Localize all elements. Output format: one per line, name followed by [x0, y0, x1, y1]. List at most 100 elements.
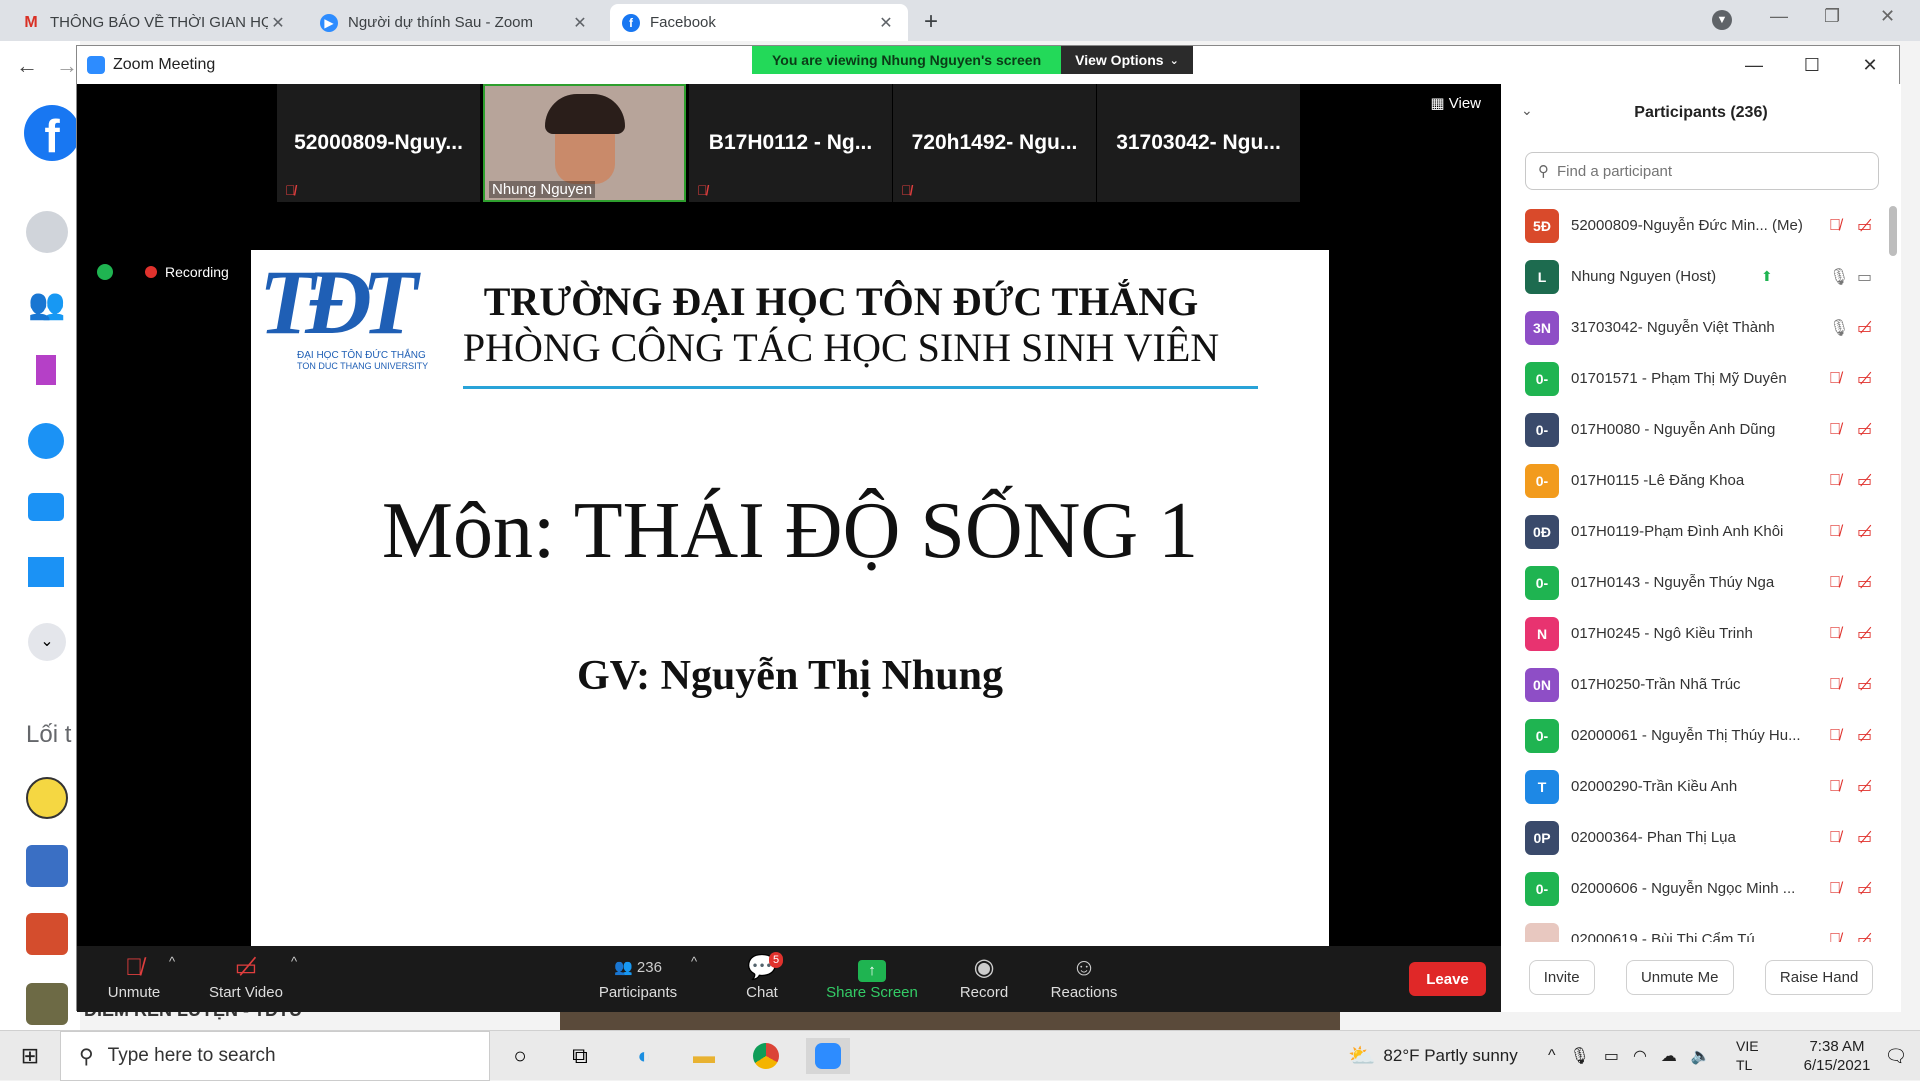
video-off-icon: ▭̸ — [1857, 217, 1873, 235]
marketplace-icon[interactable] — [28, 557, 64, 587]
notifications-icon[interactable]: 🗨 — [1874, 1038, 1918, 1074]
clock-date: 6/15/2021 — [1803, 1057, 1871, 1074]
participant-row[interactable]: 0- 017H0115 -Lê Đăng Khoa 🎙̸ ▭̸ — [1501, 455, 1881, 506]
chevron-up-icon[interactable]: ^ — [1548, 1047, 1556, 1065]
participant-search-field[interactable]: ⚲ — [1525, 152, 1879, 190]
participant-row[interactable]: 0- 02000061 - Nguyễn Thị Thúy Hu... 🎙̸ ▭̸ — [1501, 710, 1881, 761]
participant-tile[interactable]: 31703042- Ngu... — [1097, 84, 1300, 202]
close-tab-icon[interactable]: ✕ — [876, 13, 896, 33]
participant-row[interactable]: 3N 31703042- Nguyễn Việt Thành 🎙 ▭̸ — [1501, 302, 1881, 353]
game-icon[interactable] — [26, 983, 68, 1025]
participant-row[interactable]: 0P 02000364- Phan Thị Lụa 🎙̸ ▭̸ — [1501, 812, 1881, 863]
audio-options-caret[interactable]: ^ — [169, 954, 175, 969]
video-off-icon: ▭̸ — [1857, 319, 1873, 337]
game-icon[interactable] — [26, 913, 68, 955]
cortana-icon[interactable]: ○ — [498, 1038, 542, 1074]
microphone-icon[interactable]: 🎙 — [1570, 1046, 1590, 1066]
share-screen-button[interactable]: ↑ Share Screen — [817, 952, 927, 1001]
participants-button[interactable]: 👥 236 Participants — [583, 952, 693, 1001]
video-options-caret[interactable]: ^ — [291, 954, 297, 969]
unmute-button[interactable]: 🎙̸ Unmute — [89, 952, 179, 1001]
close-tab-icon[interactable]: ✕ — [268, 13, 288, 33]
unmute-me-button[interactable]: Unmute Me — [1625, 959, 1734, 995]
forward-arrow-icon[interactable]: → — [56, 53, 78, 79]
avatar[interactable] — [26, 211, 68, 253]
back-arrow-icon[interactable]: ← — [16, 53, 38, 79]
participant-row[interactable]: L Nhung Nguyen (Host) ⬆ 🎙 ▭ — [1501, 251, 1881, 302]
participant-row[interactable]: 0Đ 017H0119-Phạm Đình Anh Khôi 🎙̸ ▭̸ — [1501, 506, 1881, 557]
tab-search-icon[interactable]: ▼ — [1712, 10, 1732, 30]
browser-tab-gmail[interactable]: M THÔNG BÁO VỀ THỜI GIAN HỌC ✕ — [10, 4, 300, 41]
participant-row[interactable]: 0- 017H0080 - Nguyễn Anh Dũng 🎙̸ ▭̸ — [1501, 404, 1881, 455]
raise-hand-button[interactable]: Raise Hand — [1764, 959, 1874, 995]
close-browser-icon[interactable]: ✕ — [1880, 6, 1895, 27]
start-video-button[interactable]: ▭̸ Start Video — [201, 952, 291, 1001]
list-scrollbar[interactable] — [1889, 206, 1897, 256]
mic-muted-icon: 🎙̸ — [1829, 471, 1841, 489]
file-explorer-icon[interactable]: ▬ — [682, 1038, 726, 1074]
watch-icon[interactable] — [28, 493, 64, 521]
record-button[interactable]: ◉ Record — [939, 952, 1029, 1001]
maximize-browser-icon[interactable]: ❐ — [1824, 6, 1840, 27]
avatar: 0- — [1525, 718, 1559, 753]
browser-tab-zoom[interactable]: ▶ Người dự thính Sau - Zoom ✕ — [308, 4, 602, 41]
onedrive-icon[interactable]: ☁ — [1661, 1046, 1677, 1066]
participant-row[interactable]: 0- 02000606 - Nguyễn Ngọc Minh ... 🎙̸ ▭̸ — [1501, 863, 1881, 914]
saved-icon[interactable] — [36, 355, 56, 385]
friends-icon[interactable]: 👥 — [28, 287, 65, 322]
participant-row[interactable]: 5Đ 52000809-Nguyễn Đức Min... (Me) 🎙̸ ▭̸ — [1501, 200, 1881, 251]
participant-row[interactable]: 0N 017H0250-Trần Nhã Trúc 🎙̸ ▭̸ — [1501, 659, 1881, 710]
avatar — [1525, 922, 1559, 942]
wifi-icon[interactable]: ◠ — [1633, 1046, 1647, 1066]
clock[interactable]: 7:38 AM 6/15/2021 — [1794, 1037, 1880, 1075]
participant-row[interactable]: N 017H0245 - Ngô Kiều Trinh 🎙̸ ▭̸ — [1501, 608, 1881, 659]
participant-row[interactable]: T 02000290-Trần Kiều Anh 🎙̸ ▭̸ — [1501, 761, 1881, 812]
leave-button[interactable]: Leave — [1409, 962, 1486, 996]
volume-icon[interactable]: 🔈 — [1691, 1046, 1711, 1066]
participant-name: 017H0143 - Nguyễn Thúy Nga — [1571, 574, 1775, 591]
participant-search-input[interactable] — [1557, 162, 1857, 180]
windows-start-icon[interactable]: ⊞ — [8, 1038, 52, 1074]
participant-tile[interactable]: 720h1492- Ngu... 🎙̸ — [893, 84, 1096, 202]
view-options-button[interactable]: View Options ⌄ — [1061, 46, 1193, 74]
close-tab-icon[interactable]: ✕ — [570, 13, 590, 33]
participant-tile-video[interactable]: Nhung Nguyen — [483, 84, 686, 202]
game-icon[interactable] — [26, 845, 68, 887]
minimize-icon[interactable]: — — [1725, 46, 1783, 84]
groups-icon[interactable] — [28, 423, 64, 459]
browser-tab-bar: M THÔNG BÁO VỀ THỜI GIAN HỌC ✕ ▶ Người d… — [0, 0, 1920, 41]
battery-icon[interactable]: ▭ — [1604, 1046, 1619, 1066]
facebook-icon: f — [622, 13, 640, 32]
participant-tile[interactable]: B17H0112 - Ng... 🎙̸ — [689, 84, 892, 202]
edge-icon[interactable]: ◐ — [622, 1038, 666, 1074]
weather-widget[interactable]: ⛅ 82°F Partly sunny — [1348, 1031, 1518, 1081]
participant-row[interactable]: 0- 01701571 - Phạm Thị Mỹ Duyên 🎙̸ ▭̸ — [1501, 353, 1881, 404]
invite-button[interactable]: Invite — [1528, 959, 1595, 995]
participant-row[interactable]: 0- 017H0143 - Nguyễn Thúy Nga 🎙̸ ▭̸ — [1501, 557, 1881, 608]
reactions-label: Reactions — [1050, 984, 1118, 1001]
minimize-browser-icon[interactable]: — — [1770, 6, 1788, 27]
video-off-icon: ▭̸ — [1857, 880, 1873, 898]
task-view-icon[interactable]: ⧉ — [558, 1038, 602, 1074]
chrome-icon[interactable] — [744, 1038, 788, 1074]
view-button[interactable]: ▦ View — [1430, 94, 1481, 112]
language-indicator[interactable]: VIE TL — [1736, 1037, 1759, 1075]
close-icon[interactable]: ✕ — [1841, 46, 1899, 84]
new-tab-button[interactable]: + — [924, 8, 938, 36]
system-tray: ^ 🎙 ▭ ◠ ☁ 🔈 — [1548, 1031, 1711, 1081]
browser-toolbar: ← → — [0, 41, 80, 91]
facebook-logo-icon[interactable]: f — [24, 105, 80, 162]
maximize-icon[interactable]: ☐ — [1783, 46, 1841, 84]
taskbar-search-box[interactable]: ⚲ Type here to search — [60, 1031, 490, 1081]
reactions-button[interactable]: ☺ Reactions — [1039, 952, 1129, 1001]
browser-tab-facebook[interactable]: f Facebook ✕ — [610, 4, 908, 41]
chat-button[interactable]: 💬 5 Chat — [717, 952, 807, 1001]
participant-tile[interactable]: 52000809-Nguy... 🎙̸ — [277, 84, 480, 202]
participants-options-caret[interactable]: ^ — [691, 954, 697, 969]
game-icon[interactable] — [26, 777, 68, 819]
video-off-icon: ▭̸ — [1857, 472, 1873, 490]
participant-row[interactable]: 02000619 - Bùi Thị Cẩm Tú 🎙̸ ▭̸ — [1501, 914, 1881, 942]
encryption-shield-icon[interactable] — [97, 264, 113, 280]
see-more-icon[interactable]: ⌄ — [28, 623, 66, 661]
zoom-app-icon[interactable] — [806, 1038, 850, 1074]
